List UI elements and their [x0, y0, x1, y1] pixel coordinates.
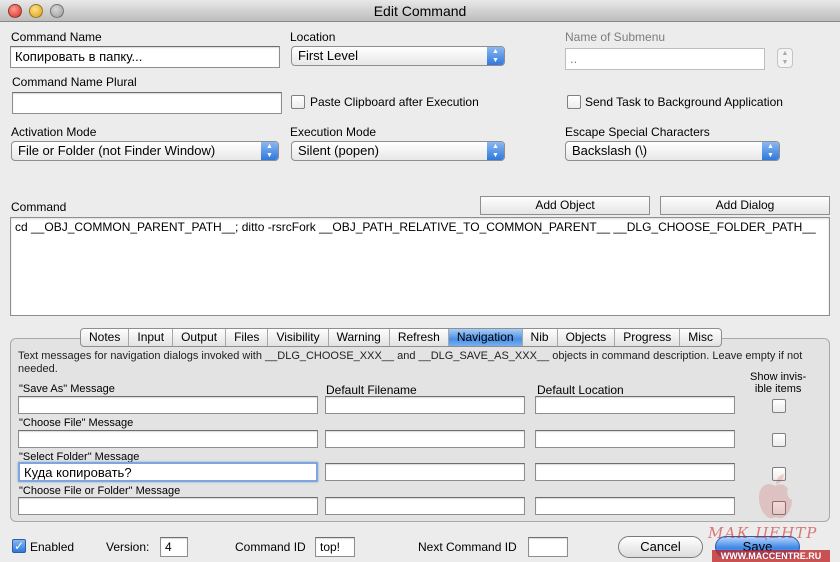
- window-title: Edit Command: [373, 3, 467, 19]
- save-as-location-field[interactable]: [535, 396, 735, 414]
- activation-popup[interactable]: File or Folder (not Finder Window) ▲ ▼: [11, 141, 279, 161]
- submenu-field[interactable]: ..: [565, 48, 765, 70]
- escape-value: Backslash (\): [572, 143, 648, 158]
- send-background-checkbox[interactable]: [567, 95, 581, 109]
- activation-label: Activation Mode: [11, 125, 97, 139]
- paste-clipboard-checkbox[interactable]: [291, 95, 305, 109]
- command-name-label: Command Name: [11, 30, 102, 44]
- default-location-header: Default Location: [537, 383, 624, 397]
- tab-misc[interactable]: Misc: [680, 329, 721, 346]
- select-folder-location-field[interactable]: [535, 463, 735, 481]
- tab-notes[interactable]: Notes: [81, 329, 130, 346]
- next-command-id-field[interactable]: [528, 537, 568, 557]
- cancel-button[interactable]: Cancel: [618, 536, 703, 558]
- version-label: Version:: [106, 540, 150, 554]
- enabled-label: Enabled: [30, 540, 75, 554]
- popup-arrows-icon: ▲ ▼: [261, 142, 278, 160]
- escape-label: Escape Special Characters: [565, 125, 710, 139]
- tab-refresh[interactable]: Refresh: [390, 329, 449, 346]
- close-window-icon[interactable]: [8, 4, 22, 18]
- select-folder-filename-field[interactable]: [325, 463, 525, 481]
- execution-popup[interactable]: Silent (popen) ▲ ▼: [291, 141, 505, 161]
- minimize-window-icon[interactable]: [29, 4, 43, 18]
- command-id-label: Command ID: [235, 540, 306, 554]
- tab-nib[interactable]: Nib: [523, 329, 558, 346]
- popup-arrows-icon: ▲ ▼: [487, 47, 504, 65]
- next-command-id-label: Next Command ID: [418, 540, 517, 554]
- choose-file-message-label: "Choose File" Message: [19, 417, 134, 429]
- save-as-message-field[interactable]: [18, 396, 318, 414]
- choose-file-invisible-checkbox[interactable]: [772, 433, 786, 447]
- zoom-window-icon[interactable]: [50, 4, 64, 18]
- tab-output[interactable]: Output: [173, 329, 227, 346]
- command-label: Command: [11, 200, 67, 214]
- add-dialog-button[interactable]: Add Dialog: [660, 196, 830, 215]
- choose-file-or-folder-message-label: "Choose File or Folder" Message: [19, 485, 181, 497]
- choose-file-message-field[interactable]: [18, 430, 318, 448]
- tab-warning[interactable]: Warning: [329, 329, 390, 346]
- edit-command-window: Edit Command Command Name Копировать в п…: [0, 0, 840, 562]
- enabled-checkbox[interactable]: ✓: [12, 539, 26, 553]
- choose-file-location-field[interactable]: [535, 430, 735, 448]
- default-filename-header: Default Filename: [326, 383, 417, 397]
- command-id-field[interactable]: top!: [315, 537, 355, 557]
- paste-clipboard-label: Paste Clipboard after Execution: [310, 95, 479, 109]
- choose-file-filename-field[interactable]: [325, 430, 525, 448]
- location-label: Location: [290, 30, 336, 44]
- save-as-invisible-checkbox[interactable]: [772, 399, 786, 413]
- navigation-help-text: Text messages for navigation dialogs inv…: [18, 350, 803, 375]
- select-folder-message-field[interactable]: Куда копировать?: [18, 462, 318, 482]
- popup-arrows-icon: ▲ ▼: [762, 142, 779, 160]
- apple-logo-watermark-icon: [759, 474, 792, 519]
- tab-progress[interactable]: Progress: [615, 329, 681, 346]
- plural-field[interactable]: [12, 92, 282, 114]
- send-background-label: Send Task to Background Application: [585, 95, 783, 109]
- add-object-button[interactable]: Add Object: [480, 196, 650, 215]
- tab-bar: Notes Input Output Files Visibility Warn…: [80, 328, 722, 347]
- tab-files[interactable]: Files: [226, 329, 269, 346]
- tab-input[interactable]: Input: [129, 329, 174, 346]
- choose-file-or-folder-location-field[interactable]: [535, 497, 735, 515]
- show-invisible-header: Show invis- ible items: [750, 371, 807, 395]
- save-as-message-label: "Save As" Message: [19, 383, 115, 395]
- command-text-area[interactable]: cd __OBJ_COMMON_PARENT_PATH__; ditto -rs…: [10, 217, 830, 316]
- tab-objects[interactable]: Objects: [558, 329, 616, 346]
- plural-label: Command Name Plural: [12, 75, 137, 89]
- watermark-text: МАК ЦЕНТР: [708, 524, 818, 542]
- command-name-field[interactable]: Копировать в папку...: [10, 46, 280, 68]
- execution-label: Execution Mode: [290, 125, 377, 139]
- choose-file-or-folder-filename-field[interactable]: [325, 497, 525, 515]
- location-popup[interactable]: First Level ▲ ▼: [291, 46, 505, 66]
- execution-value: Silent (popen): [298, 143, 379, 158]
- version-field[interactable]: 4: [160, 537, 188, 557]
- watermark-url: WWW.MACCENTRE.RU: [712, 550, 830, 562]
- submenu-stepper[interactable]: ▲ ▼: [777, 48, 793, 68]
- save-as-filename-field[interactable]: [325, 396, 525, 414]
- tab-visibility[interactable]: Visibility: [268, 329, 329, 346]
- submenu-label: Name of Submenu: [565, 30, 666, 44]
- title-bar[interactable]: Edit Command: [0, 0, 840, 22]
- escape-popup[interactable]: Backslash (\) ▲ ▼: [565, 141, 780, 161]
- tab-navigation[interactable]: Navigation: [448, 329, 523, 346]
- activation-value: File or Folder (not Finder Window): [18, 143, 216, 158]
- choose-file-or-folder-message-field[interactable]: [18, 497, 318, 515]
- location-value: First Level: [298, 48, 358, 63]
- popup-arrows-icon: ▲ ▼: [487, 142, 504, 160]
